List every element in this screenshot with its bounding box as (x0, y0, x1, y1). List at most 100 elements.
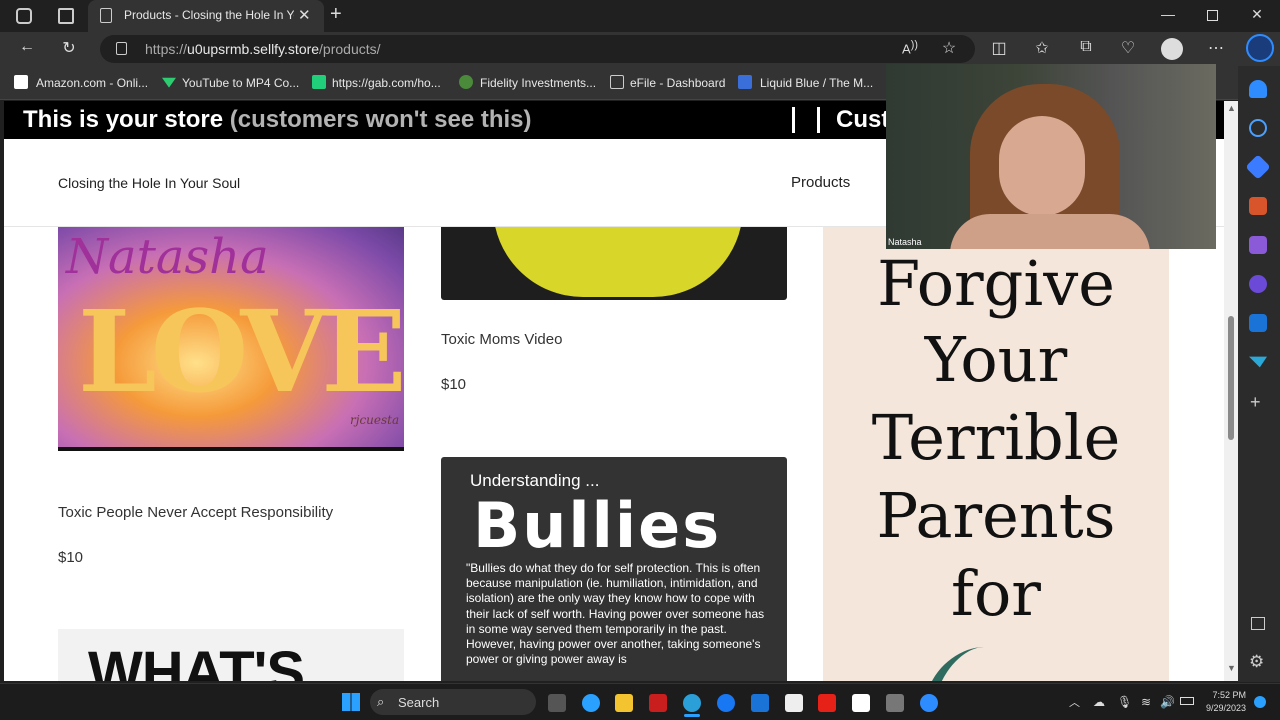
product-image-forgive[interactable]: Forgive Your Terrible Parents for (823, 227, 1169, 681)
onedrive-icon[interactable]: ☁ (1093, 695, 1105, 709)
forgive-line-4: Parents (876, 479, 1116, 552)
page-scrollbar[interactable]: ▲ ▼ (1224, 101, 1238, 681)
tab-actions-icon[interactable] (58, 8, 74, 24)
outlook-icon[interactable] (1249, 314, 1267, 332)
product-title[interactable]: Toxic People Never Accept Responsibility (58, 504, 333, 521)
amazon-icon (14, 75, 28, 89)
love-bottom-bar (58, 447, 404, 474)
customize-sliders-icon[interactable] (792, 107, 820, 133)
webcam-name: Natasha (888, 237, 922, 247)
scroll-thumb[interactable] (1228, 316, 1234, 440)
clock-time[interactable]: 7:52 PM (1200, 690, 1246, 700)
calculator-icon[interactable] (785, 694, 803, 712)
bookmark-youtube-mp4[interactable]: YouTube to MP4 Co... (182, 76, 299, 90)
love-big-text: LOVE (78, 287, 404, 418)
scroll-up-arrow[interactable]: ▲ (1227, 103, 1236, 113)
search-icon: ⌕ (377, 694, 385, 709)
add-sidebar-icon[interactable]: + (1250, 392, 1261, 413)
bookmark-amazon[interactable]: Amazon.com - Onli... (36, 76, 148, 90)
task-view-icon[interactable] (548, 694, 566, 712)
close-tab-icon[interactable]: ✕ (298, 6, 311, 24)
forgive-line-3: Terrible (871, 401, 1121, 474)
page-icon (100, 8, 112, 23)
bullies-heading: Understanding ... (470, 471, 600, 490)
fidelity-icon (459, 75, 473, 89)
office-icon[interactable] (1249, 275, 1267, 293)
sidebar-panel-icon[interactable] (1251, 617, 1265, 630)
new-tab-icon[interactable]: + (330, 3, 342, 26)
wifi-icon[interactable]: ≋ (1141, 695, 1151, 709)
outlook-icon[interactable] (751, 694, 769, 712)
youtube-icon[interactable] (818, 694, 836, 712)
forgive-line-5: for (951, 557, 1041, 630)
product-image-love[interactable]: Natasha LOVE rjcuesta (58, 227, 404, 474)
nav-products-link[interactable]: Products (791, 174, 850, 191)
tools-icon[interactable] (1249, 197, 1267, 215)
search-icon[interactable] (1249, 119, 1267, 137)
bookmark-fidelity[interactable]: Fidelity Investments... (480, 76, 596, 90)
settings-gear-icon[interactable]: ⚙ (1249, 652, 1264, 672)
widget-icon[interactable] (582, 694, 600, 712)
mcafee-icon[interactable] (649, 694, 667, 712)
windows-taskbar (0, 683, 1280, 720)
workspaces-icon[interactable] (16, 8, 32, 24)
clock-date[interactable]: 9/29/2023 (1196, 703, 1246, 713)
product-title[interactable]: Toxic Moms Video (441, 331, 562, 348)
site-name-link[interactable]: Closing the Hole In Your Soul (58, 175, 240, 191)
close-window-icon[interactable]: ✕ (1247, 6, 1267, 23)
restore-icon[interactable] (1207, 10, 1218, 21)
taskbar-search-box[interactable] (370, 689, 536, 715)
bell-icon[interactable] (1249, 80, 1267, 98)
product-price: $10 (58, 549, 84, 566)
bookmark-liquid-blue[interactable]: Liquid Blue / The M... (760, 76, 873, 90)
bullies-title: Bullies (473, 489, 722, 562)
browser-titlebar: Products - Closing the Hole In Yo ✕ + — … (0, 0, 1280, 32)
games-icon[interactable] (1249, 236, 1267, 254)
zoom-icon[interactable] (920, 694, 938, 712)
start-icon[interactable] (342, 693, 360, 711)
taskbar-search-label: Search (398, 695, 440, 710)
product-image-toxic-moms[interactable] (441, 227, 787, 300)
camera-icon[interactable] (886, 694, 904, 712)
bookmark-efile[interactable]: eFile - Dashboard (630, 76, 725, 90)
notification-badge[interactable] (1254, 696, 1266, 708)
performance-icon[interactable]: ♡ (1117, 38, 1139, 58)
person-shoulders (950, 214, 1150, 249)
edge-icon[interactable] (683, 694, 701, 712)
bookmark-gab[interactable]: https://gab.com/ho... (332, 76, 441, 90)
product-price: $10 (441, 376, 467, 393)
product-image-bullies[interactable]: Understanding ... Bullies "Bullies do wh… (441, 457, 787, 681)
avatar[interactable] (1161, 38, 1183, 60)
volume-icon[interactable]: 🔊 (1160, 695, 1175, 709)
file-explorer-icon[interactable] (615, 694, 633, 712)
bullies-quote: "Bullies do what they do for self protec… (466, 561, 765, 667)
customize-button[interactable]: Cust (836, 106, 889, 134)
tray-chevron-icon[interactable]: ︿ (1069, 694, 1080, 710)
split-screen-icon[interactable]: ◫ (988, 38, 1010, 58)
liquid-blue-icon (738, 75, 752, 89)
amazon-icon[interactable] (852, 694, 870, 712)
facebook-icon[interactable] (717, 694, 735, 712)
collections-icon[interactable]: ⧉ (1075, 38, 1097, 56)
edge-active-indicator (684, 714, 700, 717)
battery-icon[interactable] (1180, 697, 1194, 705)
product-image-whatis[interactable]: WHAT'S (58, 629, 404, 681)
refresh-icon[interactable]: ↻ (58, 38, 80, 58)
scroll-down-arrow[interactable]: ▼ (1227, 663, 1236, 673)
script-flourish (922, 647, 1004, 681)
lock-icon (116, 42, 127, 55)
forgive-line-2: Your (924, 323, 1068, 396)
store-banner-text: This is your store (customers won't see … (23, 106, 532, 133)
favorites-icon[interactable]: ✩ (1031, 38, 1053, 58)
back-icon[interactable]: ← (16, 38, 38, 56)
url-text[interactable]: https://u0upsrmb.sellfy.store/products/ (145, 41, 381, 57)
bing-copilot-icon[interactable] (1246, 34, 1274, 62)
forgive-line-1: Forgive (877, 247, 1115, 320)
favorite-star-icon[interactable]: ☆ (938, 38, 960, 58)
read-aloud-icon[interactable]: A)) (899, 39, 921, 56)
webcam-overlay: Natasha (886, 64, 1216, 249)
minimize-icon[interactable]: — (1158, 6, 1178, 22)
more-menu-icon[interactable]: ⋯ (1205, 38, 1227, 58)
tab-title: Products - Closing the Hole In Yo (124, 8, 294, 22)
microphone-icon[interactable]: 🎙 (1117, 695, 1132, 709)
